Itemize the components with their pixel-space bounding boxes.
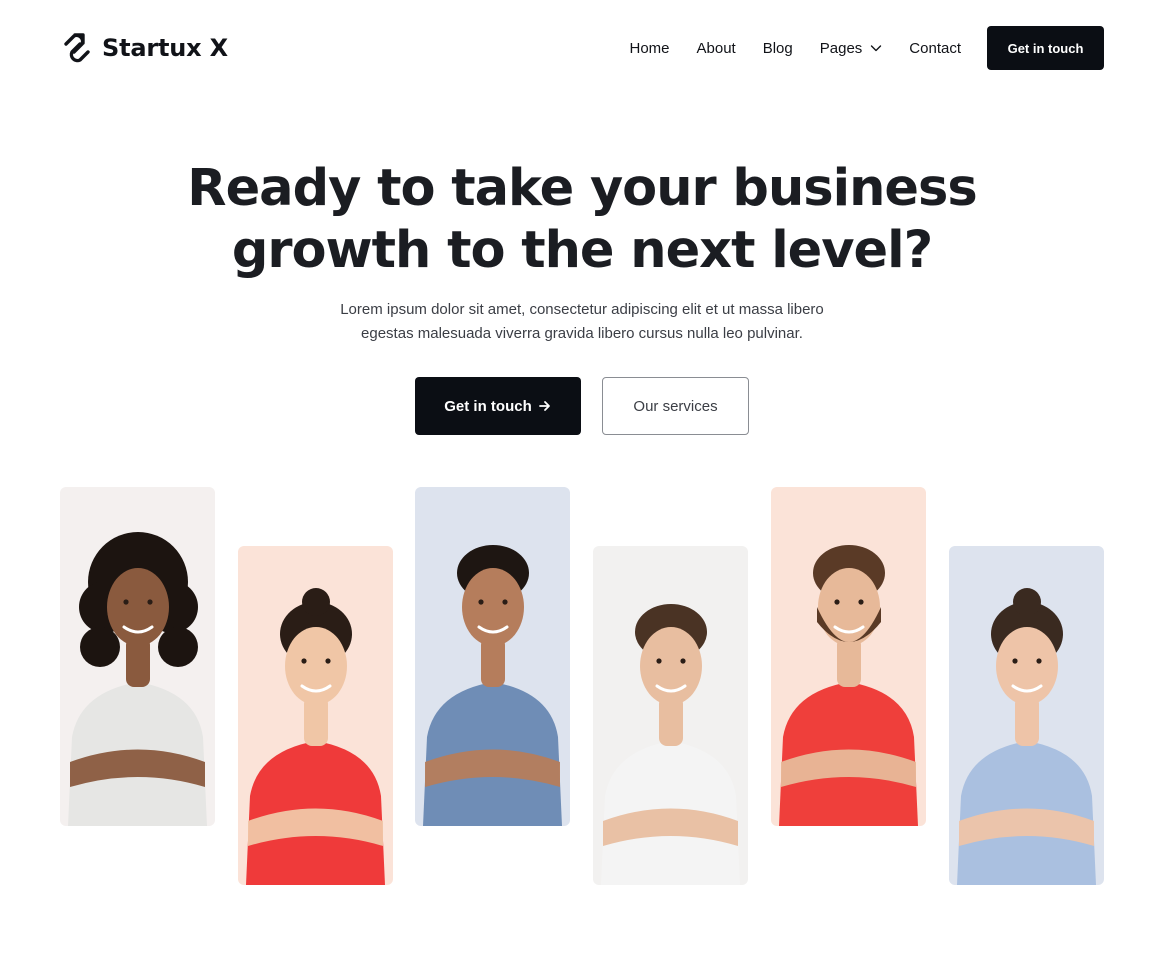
get-in-touch-button[interactable]: Get in touch <box>415 377 581 435</box>
main-nav: Home About Blog Pages Contact Get in tou… <box>630 26 1104 70</box>
team-member-card <box>415 487 570 826</box>
hero-title: Ready to take your business growth to th… <box>0 158 1164 282</box>
our-services-label: Our services <box>633 397 718 415</box>
team-member-card <box>238 546 393 885</box>
logo-text: Startux X <box>102 34 228 62</box>
nav-contact[interactable]: Contact <box>909 40 961 57</box>
nav-pages-label: Pages <box>819 39 863 57</box>
hero-subtitle-line: egestas malesuada viverra gravida libero… <box>361 325 803 342</box>
logo[interactable]: Startux X <box>60 30 228 66</box>
person-portrait <box>593 546 748 885</box>
team-member-card <box>771 487 926 826</box>
nav-home[interactable]: Home <box>630 40 670 57</box>
person-portrait <box>771 487 926 826</box>
site-header: Startux X Home About Blog Pages Contact … <box>60 26 1104 70</box>
team-member-card <box>60 487 215 826</box>
nav-pages[interactable]: Pages <box>820 40 883 57</box>
hero-title-line: Ready to take your business <box>187 159 977 218</box>
nav-blog[interactable]: Blog <box>763 40 793 57</box>
nav-about[interactable]: About <box>697 40 736 57</box>
logo-icon <box>64 33 90 63</box>
person-portrait <box>60 487 215 826</box>
team-member-card <box>949 546 1104 885</box>
person-portrait <box>949 546 1104 885</box>
chevron-down-icon <box>871 45 882 52</box>
arrow-right-icon <box>538 401 550 411</box>
hero-title-line: growth to the next level? <box>231 221 933 280</box>
get-in-touch-label: Get in touch <box>444 397 532 415</box>
person-portrait <box>415 487 570 826</box>
our-services-button[interactable]: Our services <box>602 377 749 435</box>
header-get-in-touch-button[interactable]: Get in touch <box>987 26 1104 70</box>
hero-subtitle-line: Lorem ipsum dolor sit amet, consectetur … <box>340 301 824 318</box>
person-portrait <box>238 546 393 885</box>
team-member-card <box>593 546 748 885</box>
hero-subtitle: Lorem ipsum dolor sit amet, consectetur … <box>0 298 1164 346</box>
